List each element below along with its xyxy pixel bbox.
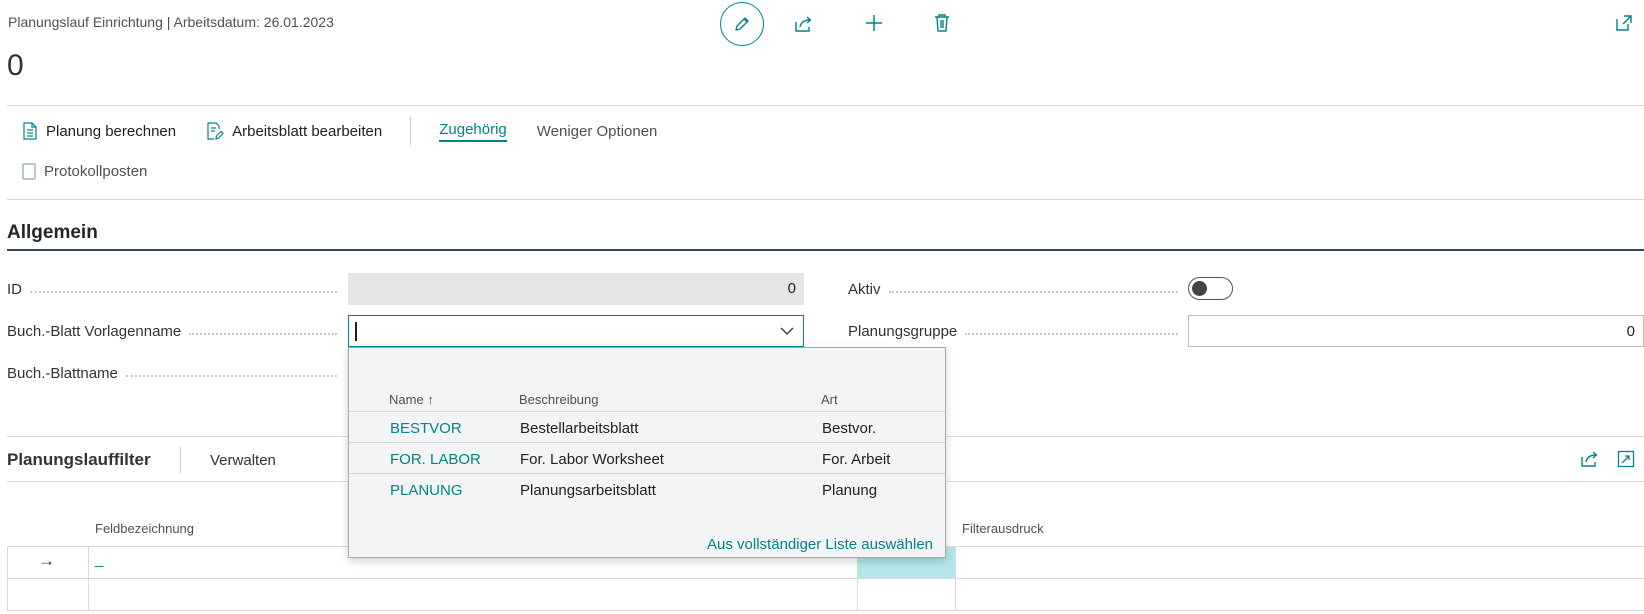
id-label-text: ID — [7, 281, 22, 298]
lookup-dropdown: Name ↑ Beschreibung Art BESTVOR Bestella… — [348, 347, 946, 558]
action-bar: Planung berechnen Arbeitsblatt bearbeite… — [22, 117, 657, 145]
row-arrow-icon[interactable]: → — [38, 551, 55, 571]
edit-worksheet-label: Arbeitsblatt bearbeiten — [232, 122, 383, 140]
sort-up-icon: ↑ — [427, 392, 434, 407]
delete-button[interactable] — [926, 7, 958, 39]
trash-icon — [935, 14, 949, 32]
log-entries-action[interactable]: Protokollposten — [22, 163, 147, 180]
group-label-text: Planungsgruppe — [848, 323, 958, 340]
log-icon — [22, 163, 36, 180]
section-underline — [7, 249, 1644, 251]
dotted-leader — [189, 332, 337, 335]
share-button[interactable] — [788, 8, 820, 40]
toggle-knob — [1192, 281, 1207, 296]
tab-related[interactable]: Zugehörig — [439, 121, 507, 142]
grid-line — [88, 546, 89, 610]
col-filter-expression[interactable]: Filterausdruck — [962, 521, 1044, 536]
expand-icon — [1617, 450, 1635, 468]
list-item[interactable]: PLANUNG Planungsarbeitsblatt Planung — [349, 473, 945, 504]
document-icon — [23, 122, 37, 140]
dd-row-type: Bestvor. — [822, 420, 877, 437]
planning-group-input[interactable]: 0 — [1188, 315, 1644, 347]
dd-row-description: Planungsarbeitsblatt — [520, 482, 656, 499]
dd-col-name[interactable]: Name ↑ — [389, 392, 434, 407]
select-from-full-list-link[interactable]: Aus vollständiger Liste auswählen — [707, 536, 933, 553]
share-icon — [795, 16, 812, 32]
new-button[interactable] — [858, 7, 890, 39]
manage-button[interactable]: Verwalten — [210, 452, 276, 469]
grid-line — [7, 610, 1644, 611]
dd-row-name[interactable]: PLANUNG — [390, 482, 463, 499]
dotted-leader — [125, 374, 337, 377]
field-name-cell[interactable]: _ — [95, 551, 103, 568]
log-entries-label: Protokollposten — [44, 163, 148, 180]
active-label: Aktiv — [848, 281, 1178, 298]
popout-icon — [1616, 15, 1632, 31]
template-name-input[interactable] — [348, 315, 804, 347]
template-label-text: Buch.-Blatt Vorlagenname — [7, 323, 182, 340]
actions-divider — [7, 199, 1644, 200]
fewer-options-button[interactable]: Weniger Optionen — [537, 123, 658, 140]
header-divider — [7, 105, 1644, 106]
section-title-general[interactable]: Allgemein — [7, 222, 98, 244]
plus-icon — [866, 15, 882, 31]
dd-row-name[interactable]: FOR. LABOR — [390, 451, 481, 468]
edit-worksheet-action[interactable]: Arbeitsblatt bearbeiten — [206, 122, 382, 140]
batch-label: Buch.-Blattname — [7, 365, 337, 382]
list-item[interactable]: FOR. LABOR For. Labor Worksheet For. Arb… — [349, 442, 945, 473]
batch-label-text: Buch.-Blattname — [7, 365, 118, 382]
col-field-name[interactable]: Feldbezeichnung — [95, 521, 194, 536]
grid-line — [7, 578, 1644, 579]
record-title: 0 — [7, 49, 24, 82]
dotted-leader — [965, 332, 1178, 335]
dd-col-description[interactable]: Beschreibung — [519, 392, 599, 407]
group-label: Planungsgruppe — [848, 323, 1178, 340]
dd-row-description: Bestellarbeitsblatt — [520, 420, 639, 437]
grid-line — [7, 546, 8, 610]
dd-row-type: Planung — [822, 482, 878, 499]
popout-button[interactable] — [1608, 7, 1640, 39]
chevron-down-icon[interactable] — [779, 323, 795, 339]
dd-row-type: For. Arbeit — [822, 451, 891, 468]
page-caption: Planungslauf Einrichtung | Arbeitsdatum:… — [8, 14, 334, 30]
action-separator — [410, 117, 412, 145]
dotted-leader — [888, 290, 1178, 293]
dd-row-name[interactable]: BESTVOR — [390, 420, 462, 437]
list-item[interactable]: BESTVOR Bestellarbeitsblatt Bestvor. — [349, 411, 945, 442]
filter-separator — [180, 447, 181, 473]
active-toggle[interactable] — [1188, 277, 1233, 300]
calc-planning-action[interactable]: Planung berechnen — [22, 122, 176, 140]
edit-button[interactable] — [720, 2, 764, 46]
filter-expand-button[interactable] — [1610, 443, 1642, 475]
dd-row-description: For. Labor Worksheet — [520, 451, 664, 468]
template-label: Buch.-Blatt Vorlagenname — [7, 323, 337, 340]
pencil-icon — [735, 17, 749, 31]
active-label-text: Aktiv — [848, 281, 881, 298]
grid-line — [955, 546, 956, 610]
id-label: ID — [7, 281, 337, 298]
id-field: 0 — [348, 273, 804, 305]
share-icon — [1581, 451, 1598, 467]
filter-share-button[interactable] — [1574, 443, 1606, 475]
edit-document-icon — [207, 122, 224, 140]
dd-col-type[interactable]: Art — [821, 392, 838, 407]
text-caret — [355, 322, 357, 341]
dd-col-name-label: Name — [389, 392, 424, 407]
dotted-leader — [30, 290, 337, 293]
calc-planning-label: Planung berechnen — [46, 122, 177, 140]
filter-title[interactable]: Planungslauffilter — [7, 450, 151, 470]
